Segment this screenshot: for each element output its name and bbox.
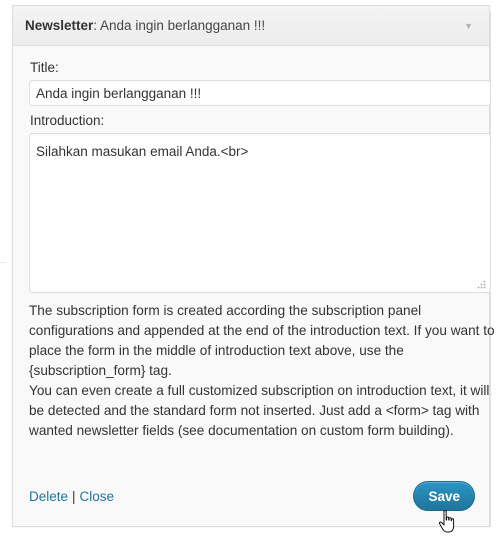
widget-footer: Delete | Close Save xyxy=(29,478,475,514)
close-link[interactable]: Close xyxy=(80,489,115,504)
widget-header[interactable]: Newsletter: Anda ingin berlangganan !!! … xyxy=(13,6,489,46)
link-separator: | xyxy=(72,488,76,504)
delete-link[interactable]: Delete xyxy=(29,489,68,504)
help-paragraph: The subscription form is created accordi… xyxy=(29,303,495,378)
introduction-text: Silahkan masukan email Anda.<br> xyxy=(36,144,249,159)
widget-title: Newsletter: Anda ingin berlangganan !!! xyxy=(25,18,265,33)
newsletter-widget: Newsletter: Anda ingin berlangganan !!! … xyxy=(12,5,495,527)
widget-title-name: Newsletter xyxy=(25,18,94,33)
widget-title-instance: : Anda ingin berlangganan !!! xyxy=(93,18,266,33)
introduction-textarea[interactable]: Silahkan masukan email Anda.<br> xyxy=(29,133,491,293)
widget-content: Title: Introduction: Silahkan masukan em… xyxy=(13,46,495,441)
resize-handle-icon[interactable] xyxy=(477,280,486,289)
help-text: The subscription form is created accordi… xyxy=(29,301,495,441)
save-button[interactable]: Save xyxy=(413,481,475,511)
title-input[interactable] xyxy=(29,80,491,106)
help-paragraph: You can even create a full customized su… xyxy=(29,383,490,438)
title-label: Title: xyxy=(30,60,59,75)
collapse-arrow-icon[interactable]: ▼ xyxy=(460,17,477,35)
introduction-label: Introduction: xyxy=(30,113,105,128)
